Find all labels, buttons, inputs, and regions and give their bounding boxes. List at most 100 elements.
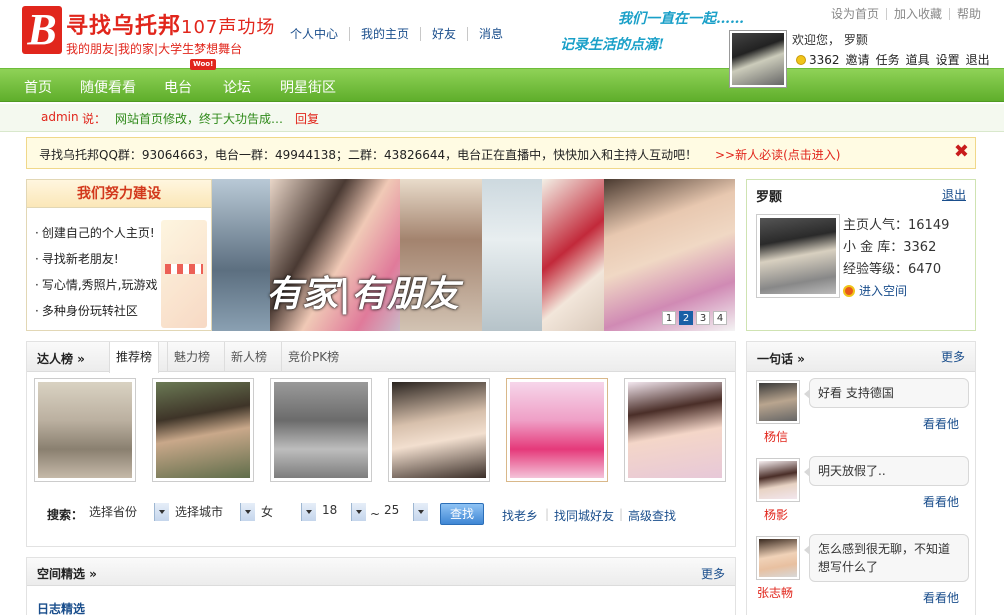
chevron-down-icon <box>154 503 169 521</box>
one-sentence-more-link[interactable]: 更多 <box>941 348 965 365</box>
view-him-link[interactable]: 看看他 <box>923 415 959 432</box>
topnav-messages[interactable]: 消息 <box>467 27 514 41</box>
find-local-friends-link[interactable]: 找同城好友 <box>554 507 614 524</box>
tab-bidding-pk[interactable]: 竞价PK榜 <box>281 342 345 372</box>
top-nav: 个人中心 我的主页 好友 消息 <box>290 27 514 41</box>
find-hometown-link[interactable]: 找老乡 <box>502 507 538 524</box>
notice-reply[interactable]: 回复 <box>295 110 319 127</box>
newbie-guide-link[interactable]: >>新人必读(点击进入) <box>715 146 840 163</box>
member-thumb[interactable] <box>34 378 136 482</box>
status-bubble: 明天放假了.. <box>804 456 969 486</box>
banner-slideshow[interactable]: 有家|有朋友 1 2 3 4 <box>212 179 735 331</box>
topnav-my-home[interactable]: 我的主页 <box>349 27 420 41</box>
topnav-personal-center[interactable]: 个人中心 <box>290 27 349 41</box>
tab-newcomer[interactable]: 新人榜 <box>224 342 273 372</box>
invite-link[interactable]: 邀请 <box>846 51 870 68</box>
member-thumb[interactable] <box>388 378 490 482</box>
banner-page-4[interactable]: 4 <box>713 311 727 325</box>
user-links: 3362 邀请 任务 道具 设置 退出 <box>796 51 990 68</box>
ranking-label: 达人榜 » <box>37 352 85 366</box>
tab-recommended[interactable]: 推荐榜 <box>109 342 160 373</box>
nav-home[interactable]: 首页 <box>24 77 52 97</box>
status-user-name[interactable]: 杨信 <box>764 428 788 445</box>
chevron-down-icon <box>413 503 428 521</box>
page: B 寻找乌托邦107声功场 我的朋友|我的家|大学生梦想舞台 个人中心 我的主页… <box>0 0 1004 615</box>
banner-page-2[interactable]: 2 <box>679 311 693 325</box>
building-item: 多种身份玩转社区 <box>35 298 157 324</box>
building-item: 写心情,秀照片,玩游戏 <box>35 272 158 298</box>
one-sentence-title: 一句话 » <box>757 352 805 366</box>
advanced-search-link[interactable]: 高级查找 <box>628 507 676 524</box>
user-name: 罗颢 <box>756 190 783 205</box>
building-box: 我们努力建设 创建自己的个人主页! 寻找新老朋友! 写心情,秀照片,玩游戏 多种… <box>26 179 212 331</box>
user-photo[interactable] <box>756 214 840 298</box>
search-button[interactable]: 查找 <box>440 503 484 525</box>
logout-link[interactable]: 退出 <box>966 51 990 68</box>
notice-says: 说： <box>82 112 107 126</box>
header: B 寻找乌托邦107声功场 我的朋友|我的家|大学生梦想舞台 个人中心 我的主页… <box>0 0 1004 88</box>
set-homepage-link[interactable]: 设为首页 <box>824 8 886 20</box>
view-him-link[interactable]: 看看他 <box>923 589 959 606</box>
member-thumb[interactable] <box>624 378 726 482</box>
add-favorite-link[interactable]: 加入收藏 <box>885 8 949 20</box>
view-him-link[interactable]: 看看他 <box>923 493 959 510</box>
qq-announcement: 寻找乌托邦QQ群：93064663，电台一群：49944138；二群：43826… <box>26 137 976 169</box>
banner-pager: 1 2 3 4 <box>662 311 727 325</box>
notice-message[interactable]: 网站首页修改，终于大功告成… <box>115 110 283 127</box>
nav-browse[interactable]: 随便看看 <box>80 77 136 97</box>
topnav-friends[interactable]: 好友 <box>420 27 467 41</box>
member-thumb[interactable] <box>506 378 608 482</box>
status-user-name[interactable]: 张志畅 <box>757 584 793 601</box>
slogan: 我们一直在一起…… 记录生活的点滴! <box>560 8 744 56</box>
logout-button[interactable]: 退出 <box>942 186 966 203</box>
welcome-text: 欢迎您， 罗颢 <box>792 33 868 47</box>
member-thumb[interactable] <box>270 378 372 482</box>
nav-forum[interactable]: 论坛 <box>223 77 251 97</box>
main-nav: 首页 随便看看 电台 论坛 明星街区 <box>0 68 1004 102</box>
province-select[interactable]: 选择省份 <box>89 503 169 521</box>
banner-page-3[interactable]: 3 <box>696 311 710 325</box>
chevron-down-icon <box>351 503 366 521</box>
member-thumb[interactable] <box>152 378 254 482</box>
status-avatar[interactable] <box>756 458 800 502</box>
nav-radio[interactable]: 电台 <box>164 77 192 97</box>
medal-icon <box>843 284 855 297</box>
building-item: 创建自己的个人主页! <box>35 220 157 246</box>
settings-link[interactable]: 设置 <box>936 51 960 68</box>
cart-illustration-icon <box>161 220 207 328</box>
banner-page-1[interactable]: 1 <box>662 311 676 325</box>
site-logo[interactable]: B 寻找乌托邦107声功场 我的朋友|我的家|大学生梦想舞台 <box>22 4 274 60</box>
status-bubble: 好看 支持德国 <box>804 378 969 408</box>
nav-star-street[interactable]: 明星街区 <box>280 77 336 97</box>
props-link[interactable]: 道具 <box>906 51 930 68</box>
close-icon[interactable]: ✖ <box>954 142 969 162</box>
user-avatar[interactable] <box>729 30 787 88</box>
chevron-down-icon <box>240 503 255 521</box>
blog-picks-title[interactable]: 日志精选 <box>37 600 85 615</box>
space-picks-more-link[interactable]: 更多 <box>701 565 725 582</box>
tab-charm[interactable]: 魅力榜 <box>167 342 216 372</box>
search-label: 搜索： <box>47 508 84 522</box>
status-user-name[interactable]: 杨影 <box>764 506 788 523</box>
age-range-tilde: ~ <box>370 507 381 521</box>
help-link[interactable]: 帮助 <box>948 8 988 20</box>
stat-level: 经验等级：6470 <box>843 262 942 277</box>
status-avatar[interactable] <box>756 380 800 424</box>
stat-popularity: 主页人气：16149 <box>843 218 950 233</box>
building-title: 我们努力建设 <box>27 180 211 208</box>
notice-author[interactable]: admin <box>41 110 79 124</box>
tasks-link[interactable]: 任务 <box>876 51 900 68</box>
gender-select[interactable]: 女 <box>261 503 316 521</box>
enter-space-link[interactable]: 进入空间 <box>843 282 907 299</box>
space-picks-title: 空间精选 » <box>37 567 97 581</box>
user-card: 罗颢 退出 主页人气：16149 小 金 库：3362 经验等级：6470 进入… <box>746 179 976 331</box>
logo-badge-icon: B <box>22 6 62 54</box>
logo-tagline: 我的朋友|我的家|大学生梦想舞台 <box>66 42 243 56</box>
city-select[interactable]: 选择城市 <box>175 503 255 521</box>
age-from-select[interactable]: 18 <box>322 503 366 521</box>
banner-caption: 有家|有朋友 <box>266 273 460 315</box>
coin-count: 3362 <box>809 52 840 67</box>
user-stats: 主页人气：16149 小 金 库：3362 经验等级：6470 <box>843 215 949 281</box>
age-to-select[interactable]: 25 <box>384 503 428 521</box>
status-avatar[interactable] <box>756 536 800 580</box>
